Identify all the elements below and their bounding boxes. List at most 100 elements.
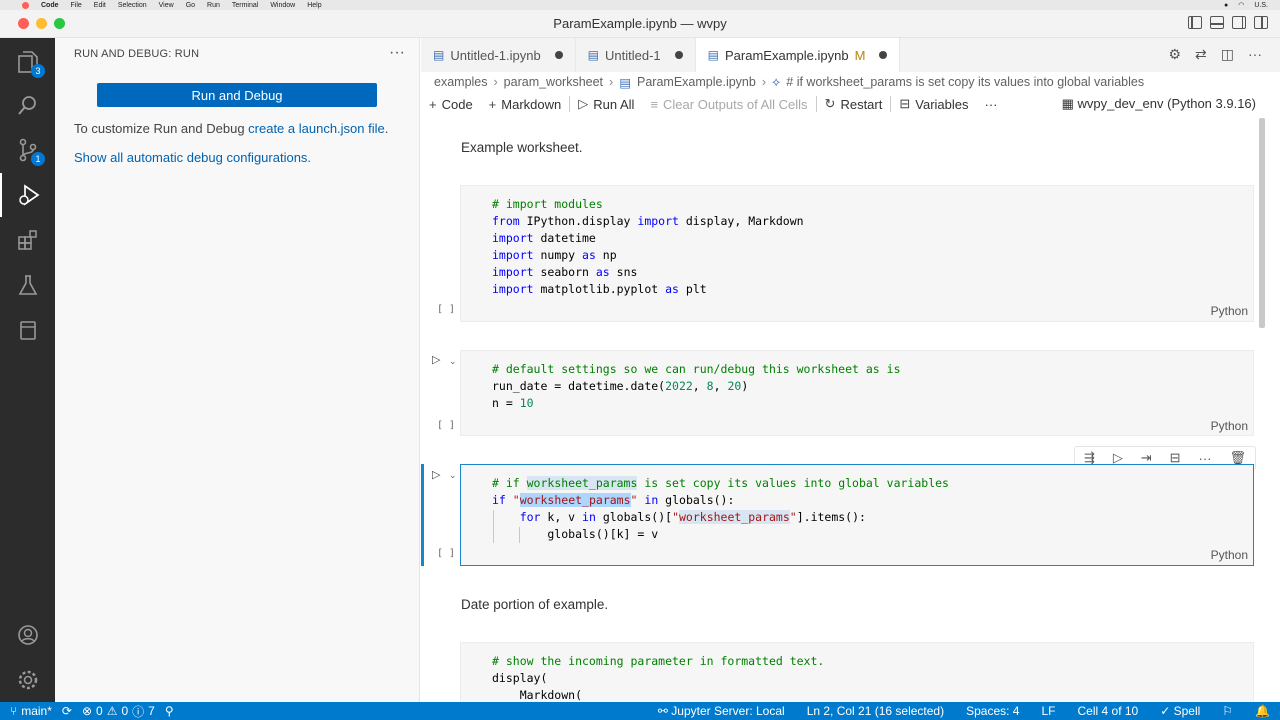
- tab-paramexample-ipynb[interactable]: ▤ ParamExample.ipynb M: [695, 38, 901, 72]
- spell-status[interactable]: ✓ Spell: [1160, 704, 1200, 718]
- search-icon[interactable]: [0, 83, 55, 127]
- collapse-chevron-icon[interactable]: ⌄: [449, 470, 457, 481]
- run-and-debug-icon[interactable]: [0, 173, 55, 217]
- code-cell-3[interactable]: # if worksheet_params is set copy its va…: [437, 464, 1254, 566]
- menu-help[interactable]: Help: [307, 2, 321, 9]
- indentation-status[interactable]: Spaces: 4: [966, 704, 1019, 718]
- cell-language[interactable]: Python: [1211, 419, 1248, 433]
- add-markdown-cell-button[interactable]: + Markdown: [489, 97, 562, 112]
- apple-logo-icon[interactable]: [22, 1, 29, 9]
- menu-terminal[interactable]: Terminal: [232, 2, 258, 9]
- markdown-cell-2[interactable]: Date portion of example.: [461, 597, 608, 612]
- menu-go[interactable]: Go: [186, 2, 195, 9]
- unsaved-dot-icon[interactable]: [674, 51, 683, 59]
- clear-outputs-label: Clear Outputs of All Cells: [663, 96, 808, 112]
- add-code-label: Code: [441, 96, 473, 112]
- run-cell-icon[interactable]: ▷: [432, 353, 440, 366]
- extensions-icon[interactable]: [0, 218, 55, 262]
- jupyter-server-status[interactable]: ⚯ Jupyter Server: Local: [658, 704, 785, 718]
- breadcrumb-cell[interactable]: # if worksheet_params is set copy its va…: [786, 75, 1144, 89]
- code-cell-3-source[interactable]: # if worksheet_params is set copy its va…: [492, 475, 949, 543]
- jupyter-icon[interactable]: [0, 308, 55, 352]
- breadcrumb-notebook[interactable]: ParamExample.ipynb: [637, 75, 756, 89]
- close-window-button[interactable]: [18, 18, 29, 29]
- code-cell-2[interactable]: # default settings so we can run/debug t…: [437, 350, 1254, 436]
- debug-status[interactable]: ⚲: [165, 704, 174, 718]
- toolbar-more-button[interactable]: ···: [985, 97, 998, 112]
- minimize-window-button[interactable]: [36, 18, 47, 29]
- sidebar-title: RUN AND DEBUG: RUN: [74, 48, 200, 60]
- tab-untitled-1-ipynb[interactable]: ▤ Untitled-1.ipynb: [421, 38, 576, 72]
- plus-icon: +: [488, 96, 497, 112]
- zoom-window-button[interactable]: [54, 18, 65, 29]
- toggle-panel-icon[interactable]: [1210, 16, 1224, 29]
- testing-icon[interactable]: [0, 263, 55, 307]
- restart-kernel-button[interactable]: ↻ Restart: [825, 96, 883, 112]
- branch-status[interactable]: ⑂ main*: [10, 704, 52, 718]
- breadcrumb-param-worksheet[interactable]: param_worksheet: [504, 75, 603, 89]
- accounts-icon[interactable]: [0, 613, 55, 657]
- tab-untitled-1[interactable]: ▤ Untitled-1: [576, 38, 696, 72]
- explorer-icon[interactable]: 3: [0, 40, 55, 84]
- menu-window[interactable]: Window: [270, 2, 295, 9]
- split-editor-icon[interactable]: ◫: [1221, 46, 1234, 63]
- execution-count: [ ]: [437, 548, 456, 559]
- restart-label: Restart: [840, 96, 883, 112]
- source-control-icon[interactable]: 1: [0, 128, 55, 172]
- menu-app[interactable]: Code: [41, 2, 59, 9]
- clear-outputs-button[interactable]: ≡ Clear Outputs of All Cells: [650, 97, 807, 112]
- customize-layout-icon[interactable]: [1254, 16, 1268, 29]
- collapse-chevron-icon[interactable]: ⌄: [449, 356, 457, 367]
- sidebar-more-icon[interactable]: ···: [389, 44, 405, 62]
- cell-language[interactable]: Python: [1211, 304, 1248, 318]
- sync-status[interactable]: ⟳: [62, 704, 72, 718]
- eol-status[interactable]: LF: [1041, 704, 1055, 718]
- code-cell-4[interactable]: # show the incoming parameter in formatt…: [460, 642, 1254, 702]
- compare-icon[interactable]: ⇄: [1195, 46, 1207, 63]
- unsaved-dot-icon[interactable]: [554, 51, 563, 59]
- show-debug-configurations-link[interactable]: Show all automatic debug configurations.: [74, 150, 311, 165]
- add-code-cell-button[interactable]: + Code: [429, 97, 473, 112]
- manage-gear-icon[interactable]: [0, 658, 55, 702]
- run-cell-icon[interactable]: ▷: [432, 468, 440, 481]
- cursor-position[interactable]: Ln 2, Col 21 (16 selected): [807, 704, 944, 718]
- clear-all-icon: ≡: [650, 96, 659, 112]
- code-cell-4-source[interactable]: # show the incoming parameter in formatt…: [492, 653, 824, 702]
- toggle-secondary-sidebar-icon[interactable]: [1232, 16, 1246, 29]
- locale-label[interactable]: U.S.: [1254, 2, 1268, 9]
- error-count: 0: [96, 704, 103, 718]
- cell-language[interactable]: Python: [1211, 548, 1248, 562]
- breadcrumb-examples[interactable]: examples: [434, 75, 488, 89]
- create-launch-json-link[interactable]: create a launch.json file: [248, 121, 385, 136]
- unsaved-dot-icon[interactable]: [879, 51, 888, 59]
- run-and-debug-button[interactable]: Run and Debug: [97, 83, 377, 107]
- more-actions-icon[interactable]: ···: [1248, 46, 1262, 63]
- menu-selection[interactable]: Selection: [118, 2, 147, 9]
- feedback-icon[interactable]: ⚐: [1222, 704, 1233, 718]
- cell-position[interactable]: Cell 4 of 10: [1078, 704, 1139, 718]
- variables-button[interactable]: ⊟ Variables: [899, 96, 968, 112]
- variables-icon: ⊟: [899, 96, 911, 111]
- menu-view[interactable]: View: [159, 2, 174, 9]
- kernel-picker[interactable]: ▦ wvpy_dev_env (Python 3.9.16): [1062, 96, 1256, 112]
- code-cell-2-source[interactable]: # default settings so we can run/debug t…: [492, 361, 901, 412]
- problems-status[interactable]: ⊗ 0 ⚠ 0 ⓘ 7: [82, 703, 155, 720]
- notifications-bell-icon[interactable]: 🔔: [1255, 704, 1270, 718]
- markdown-cell-1[interactable]: Example worksheet.: [461, 140, 583, 155]
- menu-run[interactable]: Run: [207, 2, 220, 9]
- branch-name: main*: [21, 704, 52, 718]
- toggle-primary-sidebar-icon[interactable]: [1188, 16, 1202, 29]
- menu-edit[interactable]: Edit: [94, 2, 106, 9]
- status-bar: ⑂ main* ⟳ ⊗ 0 ⚠ 0 ⓘ 7 ⚲ ⚯ Jupyter Server: Lo…: [0, 702, 1280, 720]
- code-cell-1[interactable]: # import modules from IPython.display im…: [437, 185, 1254, 322]
- record-icon[interactable]: ●: [1224, 2, 1228, 9]
- menu-file[interactable]: File: [71, 2, 82, 9]
- code-line: # import modules: [492, 197, 603, 211]
- tab-label: Untitled-1: [605, 47, 661, 63]
- run-all-button[interactable]: ▷ Run All: [578, 96, 634, 112]
- code-cell-1-source[interactable]: # import modules from IPython.display im…: [492, 196, 804, 298]
- notebook-scrollbar[interactable]: [1259, 118, 1265, 328]
- customize-suffix: .: [384, 121, 389, 136]
- wifi-icon[interactable]: ◠: [1238, 1, 1244, 9]
- settings-gear-icon[interactable]: ⚙: [1168, 46, 1181, 63]
